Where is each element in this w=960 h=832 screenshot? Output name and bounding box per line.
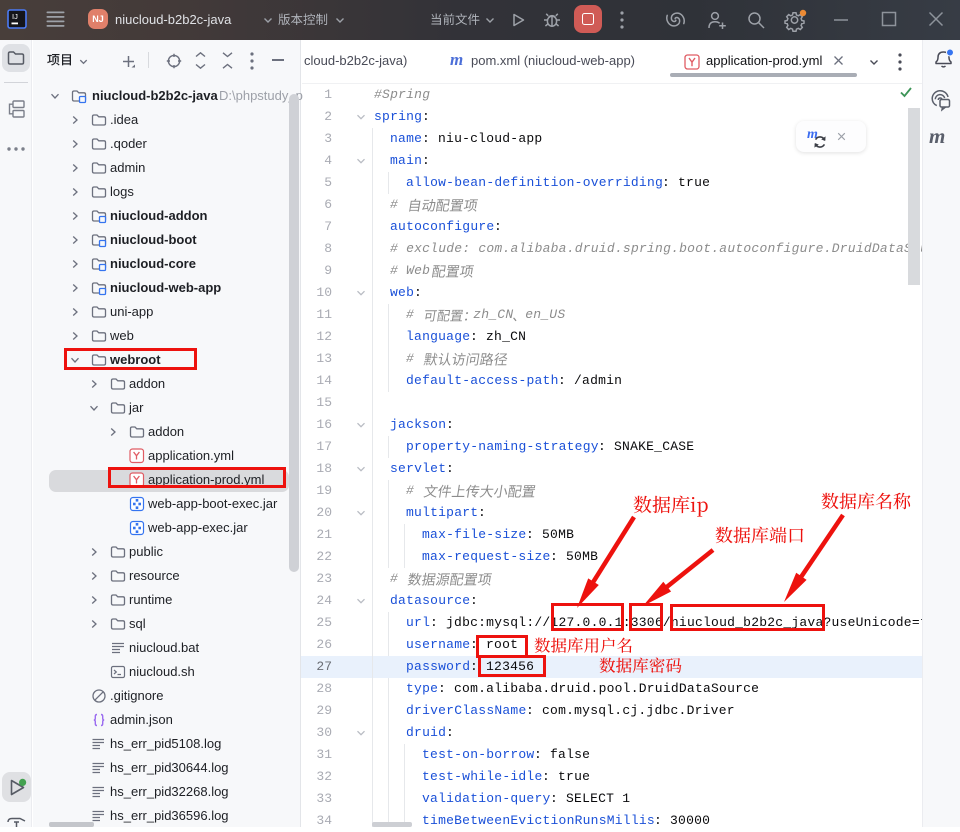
svg-text:IJ: IJ xyxy=(12,12,18,21)
